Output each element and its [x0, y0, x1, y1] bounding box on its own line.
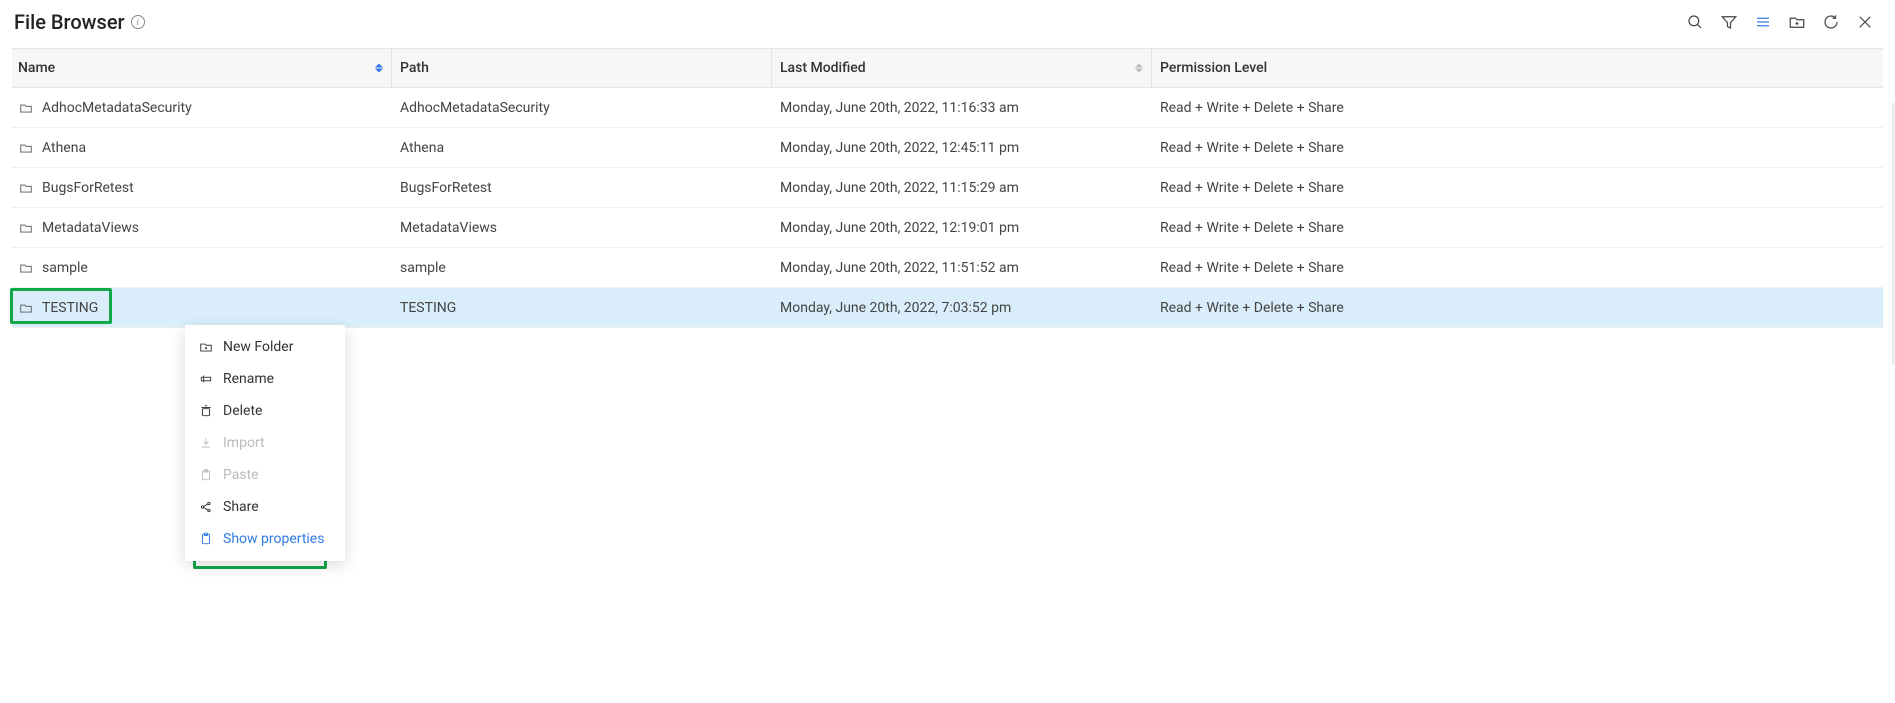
file-modified: Monday, June 20th, 2022, 11:15:29 am: [780, 180, 1019, 196]
table-row[interactable]: AdhocMetadataSecurity AdhocMetadataSecuri…: [12, 88, 1883, 128]
content-area: Name Path Last Modified Permission Level…: [0, 48, 1895, 328]
file-name: sample: [42, 260, 88, 276]
vertical-scrollbar[interactable]: ▴ ▾: [1880, 103, 1895, 328]
menu-item-new-folder[interactable]: New Folder: [185, 331, 345, 363]
menu-item-label: New Folder: [223, 339, 293, 355]
info-icon[interactable]: i: [131, 15, 145, 29]
table-header: Name Path Last Modified Permission Level: [12, 48, 1883, 88]
properties-icon: [199, 532, 213, 546]
menu-item-label: Import: [223, 435, 265, 451]
sort-icon[interactable]: [375, 64, 383, 73]
file-name: AdhocMetadataSecurity: [42, 100, 192, 116]
file-modified: Monday, June 20th, 2022, 7:03:52 pm: [780, 300, 1011, 316]
toolbar: [1685, 12, 1881, 32]
column-header-path-label: Path: [400, 60, 429, 76]
new-folder-icon: [199, 340, 213, 354]
close-icon[interactable]: [1855, 12, 1875, 32]
file-path: TESTING: [400, 300, 456, 316]
table-body: AdhocMetadataSecurity AdhocMetadataSecuri…: [12, 88, 1883, 328]
sort-icon[interactable]: [1135, 64, 1143, 73]
column-header-name[interactable]: Name: [12, 49, 392, 87]
list-icon[interactable]: [1753, 12, 1773, 32]
filter-icon[interactable]: [1719, 12, 1739, 32]
menu-item-label: Delete: [223, 403, 262, 419]
file-permission: Read + Write + Delete + Share: [1160, 180, 1344, 196]
file-permission: Read + Write + Delete + Share: [1160, 300, 1344, 316]
file-modified: Monday, June 20th, 2022, 12:45:11 pm: [780, 140, 1019, 156]
menu-item-label: Rename: [223, 371, 274, 387]
file-path: BugsForRetest: [400, 180, 492, 196]
header-bar: File Browser i: [0, 0, 1895, 48]
file-name: TESTING: [42, 300, 98, 316]
folder-icon: [18, 301, 34, 315]
table-row[interactable]: TESTING TESTING Monday, June 20th, 2022, 7…: [12, 288, 1883, 328]
folder-icon: [18, 181, 34, 195]
paste-icon: [199, 468, 213, 482]
file-table: Name Path Last Modified Permission Level…: [12, 48, 1883, 328]
column-header-modified-label: Last Modified: [780, 60, 866, 76]
menu-item-rename[interactable]: Rename: [185, 363, 345, 395]
new-folder-toolbar-icon[interactable]: [1787, 12, 1807, 32]
title-wrap: File Browser i: [14, 10, 145, 34]
rename-icon: [199, 372, 213, 386]
menu-item-label: Share: [223, 499, 259, 515]
table-row[interactable]: MetadataViews MetadataViews Monday, June 2…: [12, 208, 1883, 248]
file-name: MetadataViews: [42, 220, 139, 236]
column-header-path[interactable]: Path: [392, 49, 772, 87]
file-path: MetadataViews: [400, 220, 497, 236]
file-path: AdhocMetadataSecurity: [400, 100, 550, 116]
menu-item-delete[interactable]: Delete: [185, 395, 345, 427]
column-header-permission[interactable]: Permission Level: [1152, 49, 1883, 87]
file-modified: Monday, June 20th, 2022, 12:19:01 pm: [780, 220, 1019, 236]
delete-icon: [199, 404, 213, 418]
menu-item-label: Paste: [223, 467, 259, 483]
share-icon: [199, 500, 213, 514]
context-menu: New Folder Rename Delete Import Paste Share Sh…: [185, 325, 345, 561]
column-header-modified[interactable]: Last Modified: [772, 49, 1152, 87]
menu-item-show-properties[interactable]: Show properties: [185, 523, 345, 555]
column-header-name-label: Name: [18, 60, 55, 76]
file-modified: Monday, June 20th, 2022, 11:16:33 am: [780, 100, 1019, 116]
folder-icon: [18, 141, 34, 155]
table-row[interactable]: BugsForRetest BugsForRetest Monday, June 2…: [12, 168, 1883, 208]
menu-item-import: Import: [185, 427, 345, 459]
search-icon[interactable]: [1685, 12, 1705, 32]
file-name: Athena: [42, 140, 86, 156]
file-permission: Read + Write + Delete + Share: [1160, 140, 1344, 156]
table-row[interactable]: sample sample Monday, June 20th, 2022, 11:…: [12, 248, 1883, 288]
table-row[interactable]: Athena Athena Monday, June 20th, 2022, 12:…: [12, 128, 1883, 168]
file-path: sample: [400, 260, 446, 276]
file-permission: Read + Write + Delete + Share: [1160, 100, 1344, 116]
folder-icon: [18, 261, 34, 275]
file-modified: Monday, June 20th, 2022, 11:51:52 am: [780, 260, 1019, 276]
menu-item-paste: Paste: [185, 459, 345, 491]
file-name: BugsForRetest: [42, 180, 134, 196]
folder-icon: [18, 221, 34, 235]
import-icon: [199, 436, 213, 450]
folder-icon: [18, 101, 34, 115]
file-permission: Read + Write + Delete + Share: [1160, 220, 1344, 236]
menu-item-label: Show properties: [223, 531, 324, 547]
file-permission: Read + Write + Delete + Share: [1160, 260, 1344, 276]
refresh-icon[interactable]: [1821, 12, 1841, 32]
file-path: Athena: [400, 140, 444, 156]
page-title: File Browser: [14, 10, 125, 34]
column-header-permission-label: Permission Level: [1160, 60, 1267, 76]
menu-item-share[interactable]: Share: [185, 491, 345, 523]
